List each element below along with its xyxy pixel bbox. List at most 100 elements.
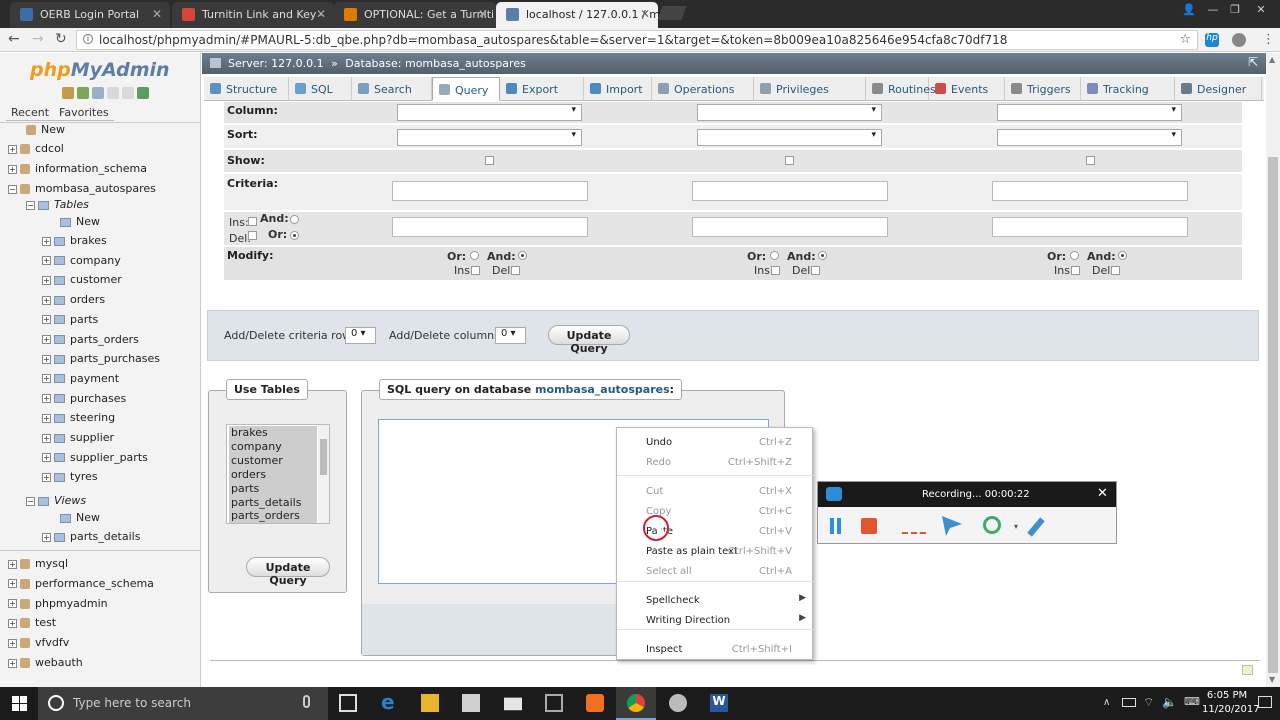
criteria-input-extra[interactable]: [392, 217, 588, 237]
criteria-input-extra[interactable]: [992, 217, 1188, 237]
scroll-down-icon[interactable]: ▼: [1269, 675, 1275, 684]
expand-icon[interactable]: +: [42, 394, 51, 404]
show-checkbox[interactable]: [485, 156, 494, 165]
tree-db-information-schema[interactable]: + information_schema: [8, 162, 147, 175]
expand-icon[interactable]: +: [42, 354, 51, 364]
tab-query[interactable]: Query: [432, 77, 500, 101]
windows-start-icon[interactable]: [12, 696, 27, 711]
tab-export[interactable]: Export: [500, 77, 584, 101]
tab-sql[interactable]: SQL: [289, 77, 352, 101]
menu-item-paste-as-plain-text[interactable]: Paste as plain text Ctrl+Shift+V: [617, 542, 814, 560]
tab-events[interactable]: Events: [929, 77, 1005, 101]
column-select[interactable]: ▾: [397, 104, 582, 121]
collapse-arrow-icon[interactable]: ⇱: [1248, 55, 1258, 69]
browser-tab[interactable]: OPTIONAL: Get a Turniti ✕: [334, 2, 496, 28]
close-tab-icon[interactable]: ✕: [152, 7, 162, 21]
scroll-thumb[interactable]: [1268, 157, 1278, 673]
criteria-input-extra[interactable]: [692, 217, 888, 237]
chrome-icon[interactable]: [627, 694, 645, 712]
expand-icon[interactable]: +: [42, 236, 51, 246]
tree-tables-group[interactable]: − Tables: [26, 198, 89, 211]
store-icon[interactable]: [462, 694, 480, 712]
user-icon[interactable]: 👤: [1178, 3, 1200, 17]
add-rows-select[interactable]: 0 ▾: [345, 327, 376, 344]
expand-icon[interactable]: +: [42, 295, 51, 305]
tree-new-table[interactable]: New: [60, 215, 100, 228]
webcam-icon[interactable]: [983, 516, 1001, 534]
show-checkbox[interactable]: [785, 156, 794, 165]
column-select[interactable]: ▾: [997, 104, 1182, 121]
tree-db-cdcol[interactable]: + cdcol: [8, 142, 64, 155]
restore-icon[interactable]: ❐: [1224, 3, 1246, 17]
close-tab-icon[interactable]: ✕: [478, 7, 488, 21]
minimize-icon[interactable]: —: [1202, 3, 1224, 17]
breadcrumb-server[interactable]: Server: 127.0.0.1: [228, 57, 324, 70]
tab-operations[interactable]: Operations: [652, 77, 754, 101]
expand-icon[interactable]: +: [42, 256, 51, 266]
tab-privileges[interactable]: Privileges: [754, 77, 866, 101]
expand-icon[interactable]: +: [8, 164, 17, 174]
tree-db-item[interactable]: + mysql: [8, 557, 68, 570]
tab-search[interactable]: Search: [352, 77, 432, 101]
use-tables-option[interactable]: parts_details: [229, 495, 317, 510]
expand-icon[interactable]: +: [8, 658, 17, 668]
pen-icon[interactable]: [1027, 517, 1045, 537]
task-view-icon[interactable]: [339, 694, 357, 712]
xampp-icon[interactable]: [586, 694, 604, 712]
app-icon[interactable]: [545, 694, 563, 712]
del-checkbox[interactable]: [248, 231, 257, 240]
sql-legend-db[interactable]: mombasa_autospares: [535, 383, 670, 396]
tree-db-item[interactable]: + performance_schema: [8, 577, 154, 590]
wifi-icon[interactable]: ⌔: [1143, 695, 1154, 710]
tree-table-item[interactable]: + steering: [42, 411, 115, 424]
tab-designer[interactable]: Designer: [1175, 77, 1262, 101]
tree-db-item[interactable]: + vfvdfv: [8, 636, 69, 649]
menu-item-select-all[interactable]: Select all Ctrl+A: [617, 562, 814, 580]
hp-extension-icon[interactable]: hp: [1205, 33, 1219, 47]
modify-and-radio[interactable]: [1118, 251, 1127, 260]
modify-and-radio[interactable]: [518, 251, 527, 260]
collapse-icon[interactable]: −: [26, 200, 35, 210]
tab-routines[interactable]: Routines: [866, 77, 936, 101]
close-tab-icon[interactable]: ✕: [640, 7, 650, 21]
battery-icon[interactable]: [1122, 698, 1136, 707]
modify-ins-checkbox[interactable]: [471, 266, 480, 275]
tree-table-item[interactable]: + company: [42, 254, 121, 267]
notifications-icon[interactable]: [1258, 696, 1272, 708]
update-query-button[interactable]: Update Query: [548, 325, 630, 355]
volume-icon[interactable]: 🔈: [1162, 695, 1177, 709]
browser-tab[interactable]: Turnitin Link and Key - ✕: [172, 2, 334, 28]
expand-icon[interactable]: +: [42, 472, 51, 482]
expand-icon[interactable]: +: [42, 315, 51, 325]
file-explorer-icon[interactable]: [421, 694, 439, 712]
use-tables-option[interactable]: customer: [229, 453, 317, 468]
expand-icon[interactable]: +: [42, 413, 51, 423]
menu-item-writing-direction[interactable]: Writing Direction ▶: [617, 611, 814, 629]
tree-table-item[interactable]: + supplier: [42, 431, 114, 444]
reload-nav-icon[interactable]: [137, 87, 149, 99]
tree-views-group[interactable]: − Views: [26, 494, 86, 507]
modify-ins-checkbox[interactable]: [771, 266, 780, 275]
use-tables-option[interactable]: orders: [229, 467, 317, 482]
keyboard-icon[interactable]: ⌨: [1184, 695, 1200, 708]
expand-icon[interactable]: +: [8, 559, 17, 569]
use-tables-option[interactable]: parts: [229, 481, 317, 496]
back-icon[interactable]: ←: [8, 31, 20, 47]
modify-or-radio[interactable]: [770, 251, 779, 260]
sql-icon[interactable]: [92, 87, 104, 99]
tree-db-item[interactable]: + phpmyadmin: [8, 597, 108, 610]
expand-icon[interactable]: +: [42, 335, 51, 344]
collapse-icon[interactable]: −: [26, 496, 35, 506]
browser-tab-active[interactable]: localhost / 127.0.0.1 / m ✕: [496, 2, 658, 28]
expand-icon[interactable]: +: [8, 144, 17, 154]
tree-table-item[interactable]: + brakes: [42, 234, 107, 247]
phpmyadmin-logo[interactable]: phpMyAdmin: [30, 59, 170, 81]
criteria-input[interactable]: [692, 181, 888, 201]
app-icon[interactable]: [669, 694, 687, 712]
home-icon[interactable]: [62, 87, 74, 99]
tab-import[interactable]: Import: [584, 77, 652, 101]
show-checkbox[interactable]: [1086, 156, 1095, 165]
page-scrollbar[interactable]: ▲ ▼: [1266, 53, 1280, 687]
info-icon[interactable]: i: [83, 34, 93, 44]
tab-recent[interactable]: Recent: [6, 105, 55, 121]
